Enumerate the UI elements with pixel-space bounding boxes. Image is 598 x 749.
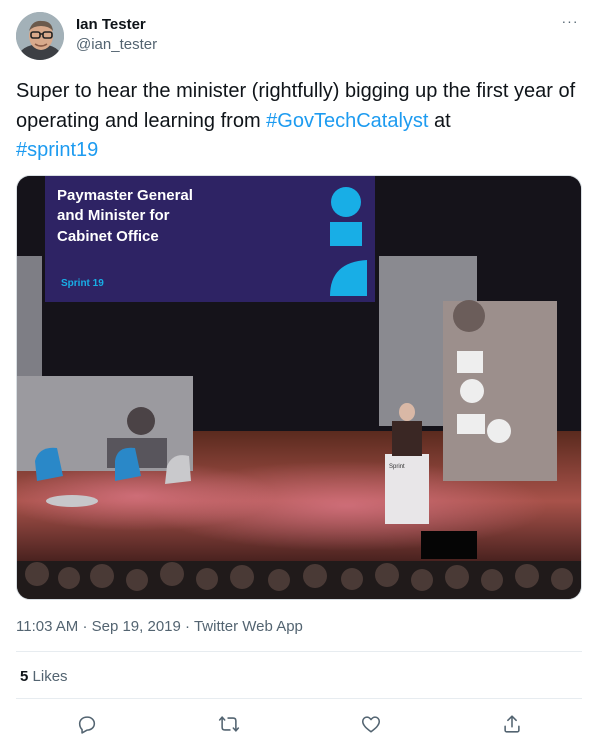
reply-icon xyxy=(78,716,96,734)
meta-separator: · xyxy=(185,618,191,635)
likes-count: 5 xyxy=(20,668,29,685)
podium-label: Sprint xyxy=(389,464,405,470)
user-avatar[interactable] xyxy=(16,12,64,60)
stage-photo: Paymaster General and Minister for Cabin… xyxy=(17,176,581,599)
hashtag-link[interactable]: #GovTechCatalyst xyxy=(266,110,428,132)
tweet-time[interactable]: 11:03 AM xyxy=(16,618,78,635)
screen-text-line: Cabinet Office xyxy=(57,228,159,245)
author-names: Ian Tester @ian_tester xyxy=(76,15,157,55)
heart-icon xyxy=(361,716,381,733)
tweet-photo[interactable]: Paymaster General and Minister for Cabin… xyxy=(16,175,582,600)
share-icon xyxy=(504,715,520,733)
screen-text-line: and Minister for xyxy=(57,207,170,224)
author-display-name[interactable]: Ian Tester xyxy=(76,15,157,35)
retweet-icon xyxy=(218,716,240,732)
avatar-photo-icon xyxy=(16,12,64,60)
tweet-actions-bar xyxy=(0,710,598,738)
tweet-source[interactable]: Twitter Web App xyxy=(194,618,303,635)
tweet-header: Ian Tester @ian_tester ··· xyxy=(16,12,582,60)
tweet-metadata: 11:03 AM · Sep 19, 2019 · Twitter Web Ap… xyxy=(16,617,303,637)
meta-separator: · xyxy=(82,618,88,635)
hashtag-link[interactable]: #sprint19 xyxy=(16,139,98,161)
retweet-button[interactable] xyxy=(215,710,243,738)
tweet-text: Super to hear the minister (rightfully) … xyxy=(16,77,582,166)
screen-brand: Sprint 19 xyxy=(61,278,104,289)
likes-label: Likes xyxy=(32,668,68,685)
more-options-icon[interactable]: ··· xyxy=(558,12,582,32)
tweet-text-part: at xyxy=(428,109,451,132)
screen-text-line: Paymaster General xyxy=(57,187,193,204)
tweet-date[interactable]: Sep 19, 2019 xyxy=(92,618,181,635)
divider xyxy=(16,698,582,699)
tweet-card: Ian Tester @ian_tester ··· Super to hear… xyxy=(0,0,598,749)
divider xyxy=(16,651,582,652)
like-button[interactable] xyxy=(357,710,385,738)
likes-stat[interactable]: 5 Likes xyxy=(20,667,68,687)
reply-button[interactable] xyxy=(73,710,101,738)
share-button[interactable] xyxy=(498,710,526,738)
author-handle[interactable]: @ian_tester xyxy=(76,35,157,55)
